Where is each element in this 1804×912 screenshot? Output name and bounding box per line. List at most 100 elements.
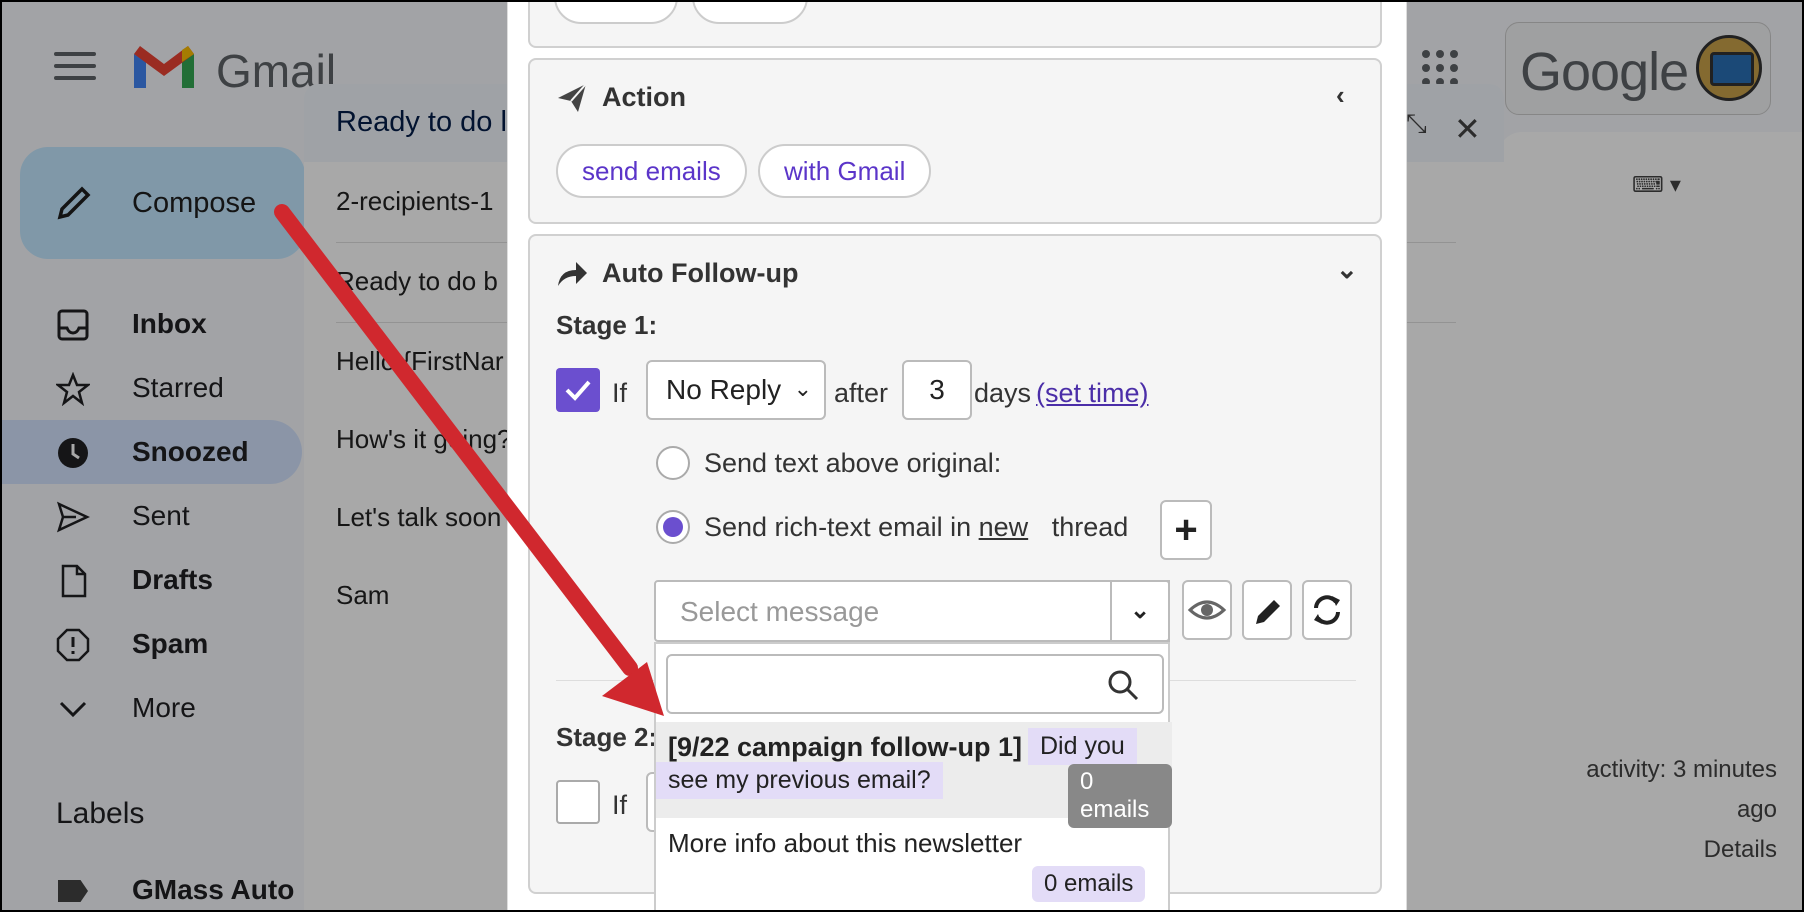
apps-icon[interactable] bbox=[1422, 50, 1458, 86]
body-line[interactable]: Let's talk soon bbox=[336, 502, 501, 533]
subject-field[interactable]: Ready to do b bbox=[336, 266, 498, 297]
chevron-down-icon: ⌄ bbox=[793, 376, 812, 401]
nav-item-snoozed[interactable]: Snoozed bbox=[2, 420, 302, 484]
activity-info: activity: 3 minutes ago Details bbox=[1507, 750, 1777, 870]
minimize-icon[interactable]: ⤡ bbox=[1406, 108, 1427, 140]
email-count-badge: 0 emails bbox=[1068, 764, 1172, 828]
body-line[interactable]: How's it going? bbox=[336, 424, 512, 455]
dropdown-search-input[interactable] bbox=[666, 654, 1164, 714]
draft-icon bbox=[61, 564, 87, 598]
reply-condition-select[interactable]: No Reply ⌄ bbox=[646, 360, 826, 420]
star-icon bbox=[56, 372, 90, 406]
compose-button[interactable]: Compose bbox=[20, 147, 305, 259]
spam-icon bbox=[56, 628, 90, 662]
radio-text: thread bbox=[1051, 512, 1129, 542]
nav-item-starred[interactable]: Starred bbox=[2, 356, 302, 420]
action-section: Action ‹ send emails with Gmail bbox=[528, 58, 1382, 224]
body-line[interactable]: Hello {FirstNar bbox=[336, 346, 504, 377]
previous-section bbox=[528, 2, 1382, 48]
nav-item-spam[interactable]: Spam bbox=[2, 612, 302, 676]
dropdown-item-campaign-followup[interactable]: [9/22 campaign follow-up 1] Did you see … bbox=[656, 722, 1172, 828]
nav-item-inbox[interactable]: Inbox bbox=[2, 292, 302, 356]
labels-heading: Labels bbox=[56, 797, 145, 830]
nav-label: More bbox=[132, 692, 196, 723]
select-message-dropdown-button[interactable]: ⌄ bbox=[1110, 580, 1170, 642]
checkmark-icon bbox=[565, 380, 591, 401]
action-title: Action bbox=[602, 82, 686, 112]
send-text-above-label: Send text above original: bbox=[704, 448, 1002, 478]
recipients-field[interactable]: 2-recipients-1 bbox=[336, 186, 494, 217]
if-label-2: If bbox=[612, 790, 628, 820]
dropdown-item-newsletter[interactable]: More info about this newsletter bbox=[668, 828, 1022, 859]
stage1-label: Stage 1: bbox=[556, 310, 658, 340]
auto-followup-section: Auto Follow-up ⌄ Stage 1: If No Reply ⌄ … bbox=[528, 234, 1382, 910]
nav-item-more[interactable]: More bbox=[2, 676, 302, 740]
chevron-left-icon[interactable]: ‹ bbox=[1336, 80, 1345, 111]
gmass-settings-panel: Action ‹ send emails with Gmail Auto Fol… bbox=[507, 2, 1407, 910]
pencil-icon bbox=[1256, 600, 1280, 624]
google-logo-text: Google bbox=[1520, 42, 1689, 102]
google-account-area[interactable]: Google bbox=[1505, 22, 1771, 115]
set-time-link[interactable]: (set time) bbox=[1036, 378, 1149, 409]
activity-text: ago bbox=[1736, 796, 1777, 823]
after-label: after bbox=[834, 378, 889, 408]
close-icon[interactable]: ✕ bbox=[1454, 110, 1481, 148]
label-item[interactable]: GMass Auto bbox=[132, 874, 294, 906]
item-title: [9/22 campaign follow-up 1] bbox=[668, 732, 1023, 762]
screenshot-frame: Gmail Compose Inbox Starred Snoozed Sent… bbox=[0, 0, 1804, 912]
nav-label: Drafts bbox=[132, 564, 213, 595]
chip[interactable] bbox=[554, 2, 678, 24]
keyboard-icon[interactable]: ⌨ ▾ bbox=[1632, 172, 1681, 198]
gmail-logo-icon bbox=[134, 46, 194, 88]
chevron-down-icon bbox=[59, 701, 87, 718]
search-icon bbox=[1108, 670, 1139, 701]
send-emails-chip[interactable]: send emails bbox=[556, 144, 747, 198]
chip[interactable] bbox=[692, 2, 808, 24]
send-rich-text-label: Send rich-text email in new thread bbox=[704, 512, 1128, 543]
send-icon bbox=[56, 501, 90, 533]
compose-label: Compose bbox=[132, 187, 257, 219]
followup-title: Auto Follow-up bbox=[602, 258, 799, 288]
new-link[interactable]: new bbox=[979, 512, 1029, 542]
add-message-button[interactable]: + bbox=[1160, 500, 1212, 560]
item-subject: see my previous email? bbox=[656, 762, 943, 799]
body-line[interactable]: Sam bbox=[336, 580, 389, 611]
refresh-icon bbox=[1314, 595, 1340, 625]
send-rich-text-radio[interactable] bbox=[656, 510, 690, 544]
clock-icon bbox=[58, 438, 88, 468]
details-link[interactable]: Details bbox=[1507, 830, 1777, 870]
item-subject: Did you bbox=[1028, 728, 1137, 765]
email-count-badge: 0 emails bbox=[1032, 866, 1146, 902]
paper-plane-icon bbox=[558, 83, 587, 112]
stage2-label: Stage 2: bbox=[556, 722, 658, 752]
nav-item-drafts[interactable]: Drafts bbox=[2, 548, 302, 612]
with-gmail-chip[interactable]: with Gmail bbox=[758, 144, 932, 198]
eye-icon bbox=[1187, 600, 1227, 620]
chevron-down-icon[interactable]: ⌄ bbox=[1336, 254, 1358, 285]
send-text-above-radio[interactable] bbox=[656, 446, 690, 480]
nav-label: Starred bbox=[132, 372, 224, 403]
message-dropdown: [9/22 campaign follow-up 1] Did you see … bbox=[654, 642, 1172, 910]
nav-item-sent[interactable]: Sent bbox=[2, 484, 302, 548]
label-icon bbox=[58, 880, 88, 902]
days-input[interactable]: 3 bbox=[902, 360, 972, 420]
main-menu-icon[interactable] bbox=[54, 52, 96, 84]
stage2-checkbox[interactable] bbox=[556, 780, 600, 824]
edit-button[interactable] bbox=[1242, 580, 1292, 640]
days-label: days bbox=[974, 378, 1032, 408]
inbox-icon bbox=[57, 309, 89, 341]
reply-condition-value: No Reply bbox=[666, 374, 782, 405]
select-message-input[interactable]: Select message bbox=[654, 580, 1170, 642]
stage1-checkbox[interactable] bbox=[556, 368, 600, 412]
preview-button[interactable] bbox=[1182, 580, 1232, 640]
pencil-icon bbox=[57, 186, 91, 220]
forward-arrow-icon bbox=[558, 262, 587, 286]
refresh-button[interactable] bbox=[1302, 580, 1352, 640]
compose-title: Ready to do l bbox=[336, 106, 507, 138]
avatar[interactable] bbox=[1696, 35, 1762, 101]
nav-label: Sent bbox=[132, 500, 190, 531]
if-label: If bbox=[612, 378, 628, 408]
nav-label: Spam bbox=[132, 628, 209, 659]
activity-text: activity: 3 minutes bbox=[1586, 756, 1777, 783]
nav-label: Snoozed bbox=[132, 436, 249, 467]
